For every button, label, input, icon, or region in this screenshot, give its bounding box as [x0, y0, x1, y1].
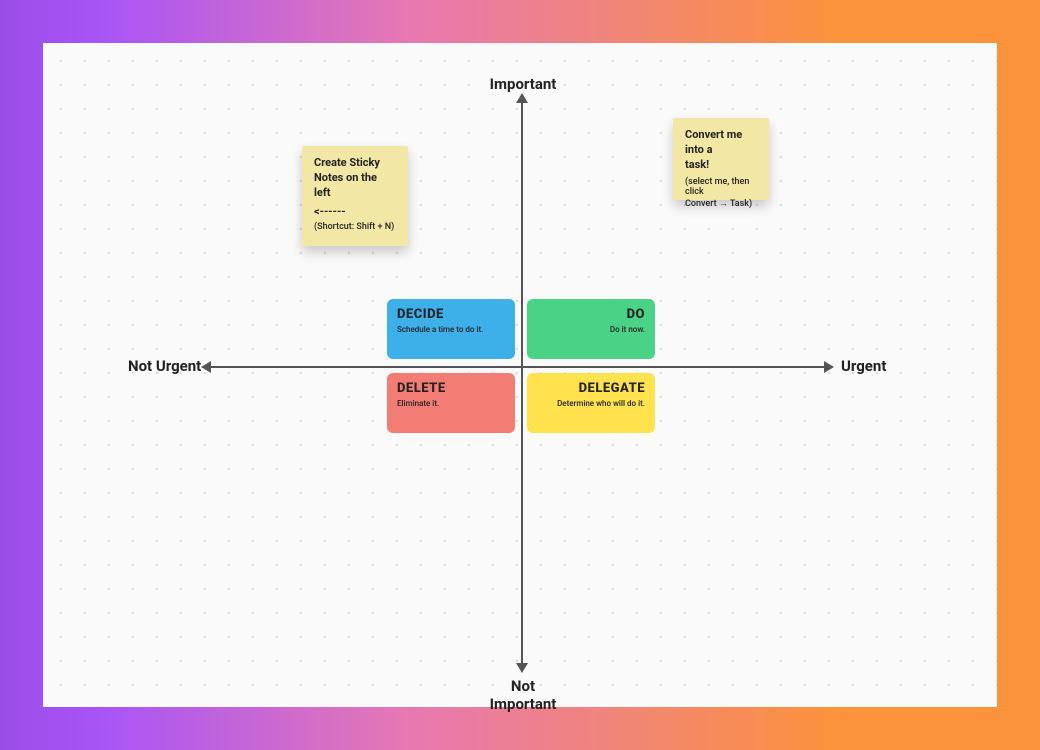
quadrant-delegate[interactable]: DELEGATE Determine who will do it. — [527, 373, 655, 433]
quadrant-delegate-sub: Determine who will do it. — [537, 399, 645, 408]
sticky-note-body: Convert → Task) — [685, 198, 757, 209]
sticky-note-line: Create Sticky — [314, 156, 396, 171]
quadrant-do[interactable]: DO Do it now. — [527, 299, 655, 359]
sticky-note-instruction[interactable]: Create Sticky Notes on the left <------ … — [302, 146, 408, 246]
quadrant-do-title: DO — [537, 307, 645, 322]
quadrant-delete-sub: Eliminate it. — [397, 399, 505, 408]
axis-label-not-urgent: Not Urgent — [128, 357, 201, 375]
quadrant-delete-title: DELETE — [397, 381, 505, 396]
sticky-note-line: Notes on the left — [314, 171, 396, 201]
axis-vertical — [521, 98, 523, 668]
axis-label-urgent: Urgent — [841, 357, 886, 375]
arrow-down-icon — [516, 663, 528, 673]
axis-label-important-word: Important — [490, 695, 557, 713]
sticky-note-line: Convert me into a — [685, 128, 757, 158]
quadrant-delete[interactable]: DELETE Eliminate it. — [387, 373, 515, 433]
axis-label-important: Important — [473, 75, 573, 93]
axis-label-not: Not — [511, 677, 535, 695]
quadrant-decide-title: DECIDE — [397, 307, 505, 322]
arrow-left-icon — [201, 361, 211, 373]
arrow-up-icon — [516, 93, 528, 103]
eisenhower-canvas[interactable]: Important Not Important Urgent Not Urgen… — [43, 43, 997, 707]
arrow-right-icon — [824, 361, 834, 373]
axis-horizontal — [206, 366, 829, 368]
sticky-note-line: task! — [685, 158, 757, 173]
quadrant-decide-sub: Schedule a time to do it. — [397, 325, 505, 334]
sticky-note-convert[interactable]: Convert me into a task! (select me, then… — [673, 118, 769, 200]
sticky-note-body: (select me, then click — [685, 177, 757, 197]
quadrant-decide[interactable]: DECIDE Schedule a time to do it. — [387, 299, 515, 359]
quadrant-delegate-title: DELEGATE — [537, 381, 645, 396]
sticky-note-shortcut: (Shortcut: Shift + N) — [314, 222, 396, 232]
axis-label-not-important: Not Important — [473, 677, 573, 713]
quadrant-do-sub: Do it now. — [537, 325, 645, 334]
sticky-note-arrow-text: <------ — [314, 205, 396, 218]
